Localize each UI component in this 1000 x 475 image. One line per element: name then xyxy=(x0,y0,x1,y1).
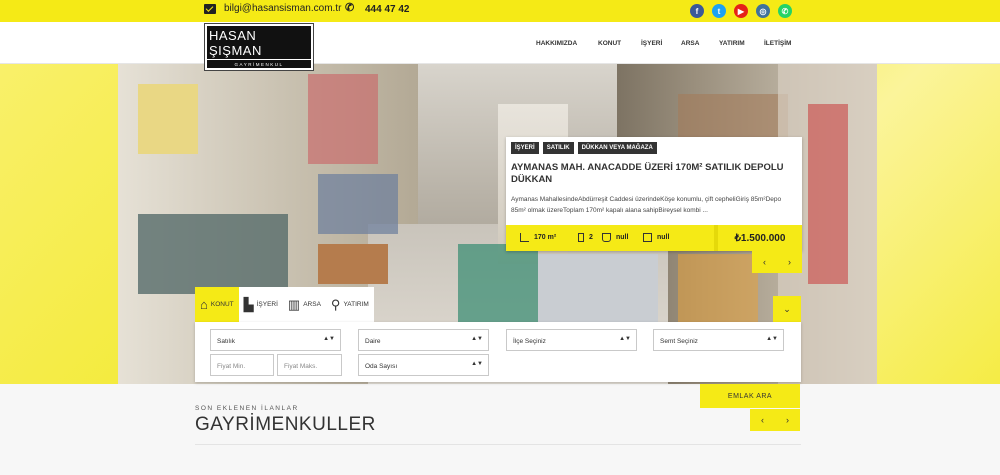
caret-icon: ▲▼ xyxy=(471,361,483,367)
door-icon xyxy=(578,233,584,242)
baths-value: null xyxy=(616,234,629,241)
phone-icon: ✆ xyxy=(345,2,355,14)
search-form: Satılık ▲▼ Daire ▲▼ İlçe Seçiniz ▲▼ Semt Se… xyxy=(195,322,801,382)
phone-link[interactable]: ✆ 444 47 42 xyxy=(345,3,410,15)
price-min-input[interactable]: Fiyat Min. xyxy=(210,354,274,376)
listing-price: ₺1.500.000 xyxy=(714,225,802,251)
property-type-select[interactable]: Daire ▲▼ xyxy=(358,329,489,351)
top-bar: bilgi@hasansisman.com.tr ✆ 444 47 42 f t… xyxy=(0,0,1000,22)
hero-slider-arrows: ‹ › xyxy=(752,251,802,273)
nav-arsa[interactable]: ARSA xyxy=(681,40,699,47)
tab-label: KONUT xyxy=(210,301,234,308)
tab-label: YATIRIM xyxy=(343,301,369,308)
logo-main-text: HASAN ŞIŞMAN xyxy=(207,28,311,60)
listing-description: Aymanas MahallesindeAbdürreşit Caddesi ü… xyxy=(511,196,782,214)
site-logo[interactable]: HASAN ŞIŞMAN GAYRİMENKUL xyxy=(204,23,314,71)
status-select[interactable]: Satılık ▲▼ xyxy=(210,329,341,351)
site-header: HASAN ŞIŞMAN GAYRİMENKUL HAKKIMIZDA KONU… xyxy=(0,22,1000,71)
feature-rooms: 2 xyxy=(578,233,593,242)
feature-area: 170 m² xyxy=(520,233,556,242)
tab-isyeri[interactable]: ▙ İŞYERİ xyxy=(238,287,283,322)
nav-iletisim[interactable]: İLETİŞİM xyxy=(764,40,791,47)
search-tabs: ⌂ KONUT ▙ İŞYERİ ▥ ARSA ⚲ YATIRIM xyxy=(195,287,385,322)
house-icon: ⌂ xyxy=(200,297,208,312)
factory-icon: ▙ xyxy=(243,297,254,312)
tab-yatirim[interactable]: ⚲ YATIRIM xyxy=(325,287,374,322)
tag-type[interactable]: DÜKKAN VEYA MAĞAZA xyxy=(577,142,657,154)
tag-status[interactable]: SATILIK xyxy=(542,142,574,154)
chevron-right-icon[interactable]: › xyxy=(786,415,789,425)
section-divider xyxy=(195,444,801,445)
area-value: 170 m² xyxy=(534,234,557,241)
tab-arsa[interactable]: ▥ ARSA xyxy=(282,287,326,322)
listings-slider-arrows: ‹ › xyxy=(750,409,800,431)
caret-icon: ▲▼ xyxy=(471,336,483,342)
floors-value: null xyxy=(657,234,670,241)
nav-isyeri[interactable]: İŞYERİ xyxy=(641,40,662,47)
map-icon: ▥ xyxy=(287,297,301,312)
neighborhood-select[interactable]: Semt Seçiniz ▲▼ xyxy=(653,329,784,351)
district-select[interactable]: İlçe Seçiniz ▲▼ xyxy=(506,329,637,351)
search-button[interactable]: EMLAK ARA xyxy=(700,384,800,408)
facebook-icon[interactable]: f xyxy=(690,4,704,18)
listing-features: 170 m² 2 null null ₺1.500.000 xyxy=(506,225,802,251)
twitter-icon[interactable]: t xyxy=(712,4,726,18)
tab-label: İŞYERİ xyxy=(256,301,278,308)
chevron-left-icon[interactable]: ‹ xyxy=(761,415,764,425)
nav-yatirim[interactable]: YATIRIM xyxy=(719,40,745,47)
chevron-right-icon[interactable]: › xyxy=(788,257,791,267)
map-pin-icon: ⚲ xyxy=(330,297,341,312)
email-link[interactable]: bilgi@hasansisman.com.tr xyxy=(204,3,341,14)
feature-floors: null xyxy=(643,233,669,242)
nav-hakkimizda[interactable]: HAKKIMIZDA xyxy=(536,40,577,47)
expand-search-button[interactable]: ⌄ xyxy=(773,296,801,322)
caret-icon: ▲▼ xyxy=(619,336,631,342)
section-title: GAYRİMENKULLER xyxy=(195,414,376,435)
social-links: f t ▶ ◎ ✆ xyxy=(690,4,792,18)
instagram-icon[interactable]: ◎ xyxy=(756,4,770,18)
nav-konut[interactable]: KONUT xyxy=(598,40,621,47)
rooms-value: 2 xyxy=(589,234,593,241)
feature-baths: null xyxy=(602,233,628,242)
whatsapp-icon[interactable]: ✆ xyxy=(778,4,792,18)
chevron-left-icon[interactable]: ‹ xyxy=(763,257,766,267)
tab-konut[interactable]: ⌂ KONUT xyxy=(195,287,239,322)
email-text: bilgi@hasansisman.com.tr xyxy=(224,3,342,14)
logo-sub-text: GAYRİMENKUL xyxy=(234,61,284,67)
area-icon xyxy=(520,233,529,242)
caret-icon: ▲▼ xyxy=(323,336,335,342)
price-max-input[interactable]: Fiyat Maks. xyxy=(277,354,342,376)
phone-text: 444 47 42 xyxy=(365,3,410,15)
bath-icon xyxy=(602,233,611,242)
envelope-icon xyxy=(204,3,216,14)
floors-icon xyxy=(643,233,652,242)
tag-category[interactable]: İŞYERİ xyxy=(511,142,539,154)
caret-icon: ▲▼ xyxy=(766,336,778,342)
tab-label: ARSA xyxy=(303,301,321,308)
featured-listing-card[interactable]: İŞYERİ SATILIK DÜKKAN VEYA MAĞAZA AYMANA… xyxy=(506,137,802,251)
chevron-down-icon: ⌄ xyxy=(783,303,791,314)
section-subtitle: SON EKLENEN İLANLAR xyxy=(195,405,299,412)
listing-title[interactable]: AYMANAS MAH. ANACADDE ÜZERİ 170M² SATILI… xyxy=(511,162,796,186)
rooms-select[interactable]: Oda Sayısı ▲▼ xyxy=(358,354,489,376)
youtube-icon[interactable]: ▶ xyxy=(734,4,748,18)
listing-tags: İŞYERİ SATILIK DÜKKAN VEYA MAĞAZA xyxy=(511,142,657,154)
